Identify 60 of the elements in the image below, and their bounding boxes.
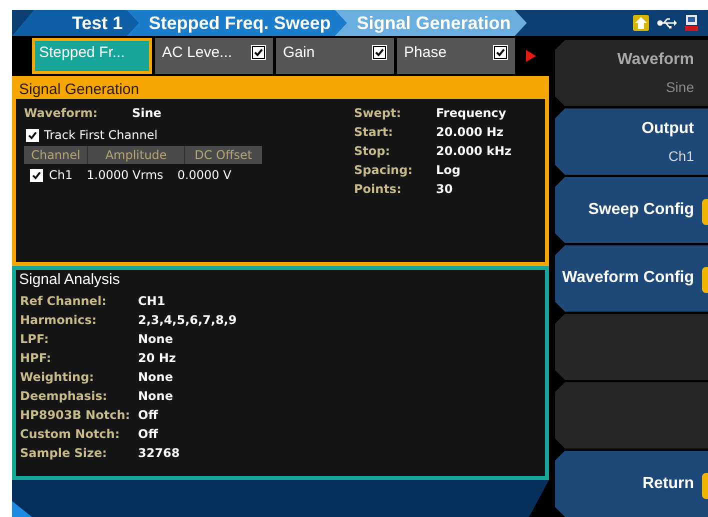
corner-triangle-icon (12, 501, 32, 517)
field-label: Stop: (354, 144, 392, 158)
field-label: Start: (354, 124, 394, 138)
tab[interactable]: AC Leve... (155, 38, 273, 74)
table-cell: Ch1 (49, 168, 73, 182)
home-icon (633, 15, 649, 31)
field-value: 20 Hz (138, 350, 176, 364)
signal-generation-panel[interactable]: Signal Generation Waveform: Sine Track First Channel Channel Amplitude DC Offset Ch1 1.0000 Vrms 0.0000 V Swept: Frequency Start: 20.000 Hz Stop: 20.000 kHz Spacing: Log Points: 30 (12, 76, 549, 266)
checkbox[interactable] (30, 168, 43, 182)
field-label: HPF: (20, 350, 52, 364)
signal-analysis-panel[interactable]: Signal Analysis Ref Channel: CH1 Harmonics: 2,3,4,5,6,7,8,9 LPF: None HPF: 20 Hz Weighting: None Deemphasis: None HP8903B Notch: Off Custom Notch: Off Sample Size: 32768 (12, 266, 549, 480)
field-label: Ref Channel: (20, 294, 108, 308)
field-value: Frequency (436, 106, 506, 120)
softkey-button[interactable]: Return (555, 450, 708, 517)
field-label: Custom Notch: (20, 426, 121, 440)
field-value: CH1 (138, 294, 166, 308)
tab[interactable]: Gain (276, 38, 394, 74)
field-label: LPF: (20, 332, 50, 346)
field-label: Waveform: (24, 106, 99, 120)
field-value: Off (138, 426, 158, 440)
field-label: HP8903B Notch: (20, 408, 132, 422)
checkbox[interactable] (372, 44, 387, 60)
table-cell: 0.0000 V (177, 168, 232, 182)
field-label: Points: (354, 182, 402, 196)
checkbox[interactable] (493, 44, 508, 60)
checkbox[interactable] (251, 44, 266, 60)
device-icon (685, 15, 698, 31)
breadcrumb-item[interactable]: Test 1 (12, 10, 139, 36)
field-label: Spacing: (354, 162, 414, 176)
softkey-button[interactable]: Waveform Config (555, 245, 708, 312)
softkey-button[interactable]: Sweep Config (555, 176, 708, 244)
field-label: Harmonics: (20, 312, 98, 326)
usb-icon (657, 17, 677, 29)
field-label: Swept: (354, 106, 402, 120)
right-arrow-icon[interactable] (526, 50, 536, 62)
checkbox-label: Track First Channel (44, 128, 158, 142)
field-value: 30 (436, 182, 453, 196)
field-label: Deemphasis: (20, 388, 108, 402)
softkey-button[interactable]: Output Ch1 (555, 108, 708, 175)
field-value: Sine (132, 106, 162, 120)
field-value: 2,3,4,5,6,7,8,9 (138, 312, 237, 326)
field-value: 32768 (138, 446, 180, 460)
checkbox[interactable] (26, 128, 39, 142)
breadcrumb-item[interactable]: Stepped Freq. Sweep (126, 10, 347, 36)
field-value: 20.000 kHz (436, 144, 512, 158)
field-value: Off (138, 408, 158, 422)
field-value: 20.000 Hz (436, 124, 504, 138)
column-header: Channel (24, 146, 88, 164)
table-cell: 1.0000 Vrms (86, 168, 164, 182)
field-value: None (138, 370, 173, 384)
field-label: Sample Size: (20, 446, 108, 460)
panel-title: Signal Analysis (18, 270, 121, 289)
field-value: None (138, 388, 173, 402)
panel-title: Signal Generation (16, 80, 545, 99)
field-value: None (138, 332, 173, 346)
tab[interactable]: Phase (397, 38, 515, 74)
field-label: Weighting: (20, 370, 95, 384)
field-value: Log (436, 162, 460, 176)
column-header: Amplitude (88, 146, 185, 164)
column-header: DC Offset (194, 147, 254, 164)
